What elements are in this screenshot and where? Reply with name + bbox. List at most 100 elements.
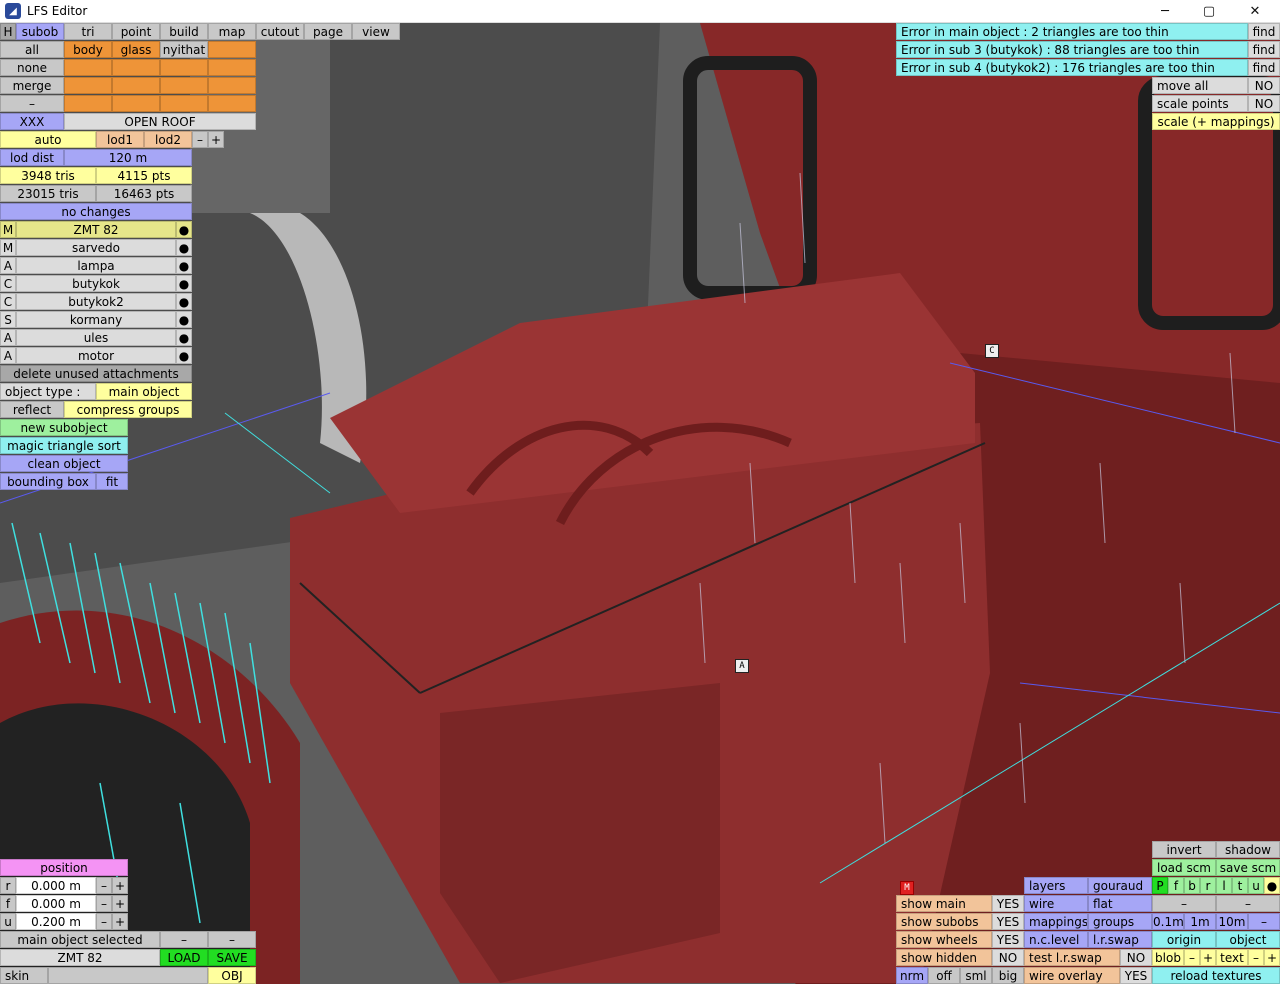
step-01m-button[interactable]: 0.1m bbox=[1152, 913, 1184, 930]
color-r-button[interactable]: r bbox=[1200, 877, 1216, 894]
move-all-toggle[interactable]: NO bbox=[1248, 77, 1280, 94]
visibility-dot-icon[interactable]: ● bbox=[176, 239, 192, 256]
show-subobs-toggle[interactable]: YES bbox=[992, 913, 1024, 930]
menu-map[interactable]: map bbox=[208, 23, 256, 40]
group-slot[interactable] bbox=[112, 59, 160, 76]
selection-minus-button[interactable]: – bbox=[160, 931, 208, 948]
origin-button[interactable]: origin bbox=[1152, 931, 1216, 948]
groups-button[interactable]: groups bbox=[1088, 913, 1152, 930]
close-button[interactable]: ✕ bbox=[1232, 0, 1278, 23]
position-u-value[interactable]: 0.200 m bbox=[16, 913, 96, 930]
group-slot[interactable] bbox=[112, 95, 160, 112]
group-slot[interactable] bbox=[160, 77, 208, 94]
size-nrm-button[interactable]: nrm bbox=[896, 967, 928, 984]
visibility-dot-icon[interactable]: ● bbox=[176, 347, 192, 364]
group-slot[interactable] bbox=[160, 59, 208, 76]
position-u-minus-button[interactable]: – bbox=[96, 913, 112, 930]
group-slot-nyithat[interactable]: nyithat bbox=[160, 41, 208, 58]
step-dash-button[interactable]: – bbox=[1216, 895, 1280, 912]
text-minus-button[interactable]: – bbox=[1248, 949, 1264, 966]
size-off-button[interactable]: off bbox=[928, 967, 960, 984]
lod1-button[interactable]: lod1 bbox=[96, 131, 144, 148]
menu-build[interactable]: build bbox=[160, 23, 208, 40]
wire-overlay-toggle[interactable]: YES bbox=[1120, 967, 1152, 984]
reflect-button[interactable]: reflect bbox=[0, 401, 64, 418]
selection-minus-button[interactable]: – bbox=[208, 931, 256, 948]
save-button[interactable]: SAVE bbox=[208, 949, 256, 966]
menu-cutout[interactable]: cutout bbox=[256, 23, 304, 40]
menu-point[interactable]: point bbox=[112, 23, 160, 40]
group-slot[interactable] bbox=[208, 59, 256, 76]
find-button[interactable]: find bbox=[1248, 59, 1280, 76]
position-r-minus-button[interactable]: – bbox=[96, 877, 112, 894]
subobject-item-kormany[interactable]: kormany bbox=[16, 311, 176, 328]
scale-points-toggle[interactable]: NO bbox=[1248, 95, 1280, 112]
visibility-dot-icon[interactable]: ● bbox=[176, 311, 192, 328]
text-plus-button[interactable]: + bbox=[1264, 949, 1280, 966]
layers-button[interactable]: layers bbox=[1024, 877, 1088, 894]
wire-button[interactable]: wire bbox=[1024, 895, 1088, 912]
skin-field[interactable] bbox=[48, 967, 208, 984]
bounding-box-button[interactable]: bounding box bbox=[0, 473, 96, 490]
visibility-dot-icon[interactable]: ● bbox=[176, 275, 192, 292]
group-slot[interactable] bbox=[208, 95, 256, 112]
subobject-item-butykok2[interactable]: butykok2 bbox=[16, 293, 176, 310]
group-none-button[interactable]: none bbox=[0, 59, 64, 76]
group-slot[interactable] bbox=[208, 41, 256, 58]
invert-button[interactable]: invert bbox=[1152, 841, 1216, 858]
position-f-value[interactable]: 0.000 m bbox=[16, 895, 96, 912]
visibility-dot-icon[interactable]: ● bbox=[176, 329, 192, 346]
subobject-item-ules[interactable]: ules bbox=[16, 329, 176, 346]
menu-tri[interactable]: tri bbox=[64, 23, 112, 40]
nc-level-button[interactable]: n.c.level bbox=[1024, 931, 1088, 948]
scale-mappings-button[interactable]: scale (+ mappings) bbox=[1152, 113, 1280, 130]
step-10m-button[interactable]: 10m bbox=[1216, 913, 1248, 930]
shadow-button[interactable]: shadow bbox=[1216, 841, 1280, 858]
size-sml-button[interactable]: sml bbox=[960, 967, 992, 984]
color-l-button[interactable]: l bbox=[1216, 877, 1232, 894]
position-u-plus-button[interactable]: + bbox=[112, 913, 128, 930]
test-lr-swap-toggle[interactable]: NO bbox=[1120, 949, 1152, 966]
group-all-button[interactable]: all bbox=[0, 41, 64, 58]
load-scm-button[interactable]: load scm bbox=[1152, 859, 1216, 876]
visibility-dot-icon[interactable]: ● bbox=[176, 221, 192, 238]
3d-viewport[interactable]: C A M H subob tri point build map cutout… bbox=[0, 23, 1280, 984]
subobject-item-sarvedo[interactable]: sarvedo bbox=[16, 239, 176, 256]
fit-button[interactable]: fit bbox=[96, 473, 128, 490]
subobject-item-lampa[interactable]: lampa bbox=[16, 257, 176, 274]
show-main-toggle[interactable]: YES bbox=[992, 895, 1024, 912]
position-r-plus-button[interactable]: + bbox=[112, 877, 128, 894]
color-f-button[interactable]: f bbox=[1168, 877, 1184, 894]
find-button[interactable]: find bbox=[1248, 41, 1280, 58]
mappings-button[interactable]: mappings bbox=[1024, 913, 1088, 930]
position-r-value[interactable]: 0.000 m bbox=[16, 877, 96, 894]
menu-page[interactable]: page bbox=[304, 23, 352, 40]
lod-plus-button[interactable]: + bbox=[208, 131, 224, 148]
obj-button[interactable]: OBJ bbox=[208, 967, 256, 984]
new-subobject-button[interactable]: new subobject bbox=[0, 419, 128, 436]
position-f-minus-button[interactable]: – bbox=[96, 895, 112, 912]
magic-triangle-sort-button[interactable]: magic triangle sort bbox=[0, 437, 128, 454]
lod-dist-value[interactable]: 120 m bbox=[64, 149, 192, 166]
blob-plus-button[interactable]: + bbox=[1200, 949, 1216, 966]
menu-view[interactable]: view bbox=[352, 23, 400, 40]
color-b-button[interactable]: b bbox=[1184, 877, 1200, 894]
object-button[interactable]: object bbox=[1216, 931, 1280, 948]
find-button[interactable]: find bbox=[1248, 23, 1280, 40]
group-slot[interactable] bbox=[64, 77, 112, 94]
subobject-item-zmt82[interactable]: ZMT 82 bbox=[16, 221, 176, 238]
step-1m-button[interactable]: 1m bbox=[1184, 913, 1216, 930]
step-minus-button[interactable]: – bbox=[1248, 913, 1280, 930]
open-roof-button[interactable]: OPEN ROOF bbox=[64, 113, 256, 130]
menu-h[interactable]: H bbox=[0, 23, 16, 40]
load-button[interactable]: LOAD bbox=[160, 949, 208, 966]
subobject-item-motor[interactable]: motor bbox=[16, 347, 176, 364]
step-dash-button[interactable]: – bbox=[1152, 895, 1216, 912]
flat-button[interactable]: flat bbox=[1088, 895, 1152, 912]
group-slot[interactable] bbox=[64, 59, 112, 76]
blob-minus-button[interactable]: – bbox=[1184, 949, 1200, 966]
lod-minus-button[interactable]: – bbox=[192, 131, 208, 148]
reload-textures-button[interactable]: reload textures bbox=[1152, 967, 1280, 984]
subobject-item-butykok[interactable]: butykok bbox=[16, 275, 176, 292]
group-merge-button[interactable]: merge bbox=[0, 77, 64, 94]
